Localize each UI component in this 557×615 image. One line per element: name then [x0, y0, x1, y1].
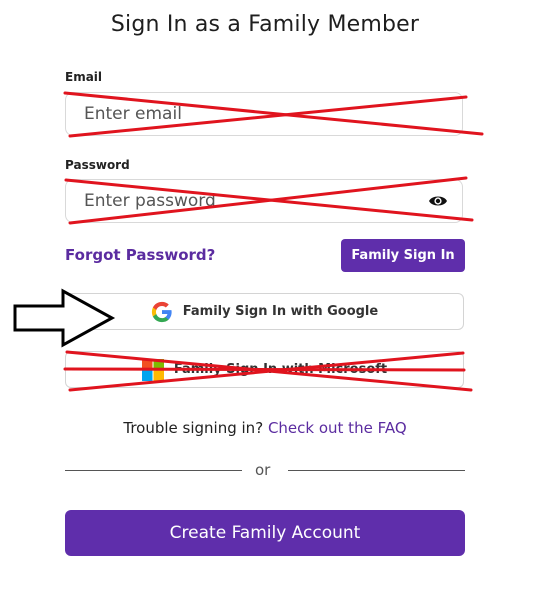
- microsoft-sign-in-button[interactable]: Family Sign In with Microsoft: [65, 351, 464, 388]
- microsoft-sign-in-label: Family Sign In with Microsoft: [173, 362, 388, 377]
- email-input[interactable]: [82, 93, 406, 135]
- trouble-text: Trouble signing in?: [123, 419, 264, 437]
- trouble-signing-in: Trouble signing in? Check out the FAQ: [0, 419, 530, 437]
- email-label: Email: [65, 70, 103, 84]
- faq-link[interactable]: Check out the FAQ: [268, 419, 407, 437]
- create-family-account-button[interactable]: Create Family Account: [65, 510, 465, 556]
- google-sign-in-button[interactable]: Family Sign In with Google: [65, 293, 464, 330]
- family-sign-in-button[interactable]: Family Sign In: [341, 239, 465, 272]
- page-title: Sign In as a Family Member: [110, 12, 420, 37]
- password-field-box[interactable]: [65, 179, 463, 223]
- google-logo-icon: [151, 301, 172, 322]
- password-input[interactable]: [82, 180, 406, 222]
- forgot-password-link[interactable]: Forgot Password?: [65, 246, 215, 264]
- divider-left: [65, 470, 242, 471]
- microsoft-logo-icon: [141, 358, 164, 381]
- eye-icon[interactable]: [428, 192, 448, 210]
- email-field-box[interactable]: [65, 92, 463, 136]
- divider-right: [288, 470, 465, 471]
- password-label: Password: [65, 158, 130, 172]
- divider-or-text: or: [255, 461, 271, 479]
- google-sign-in-label: Family Sign In with Google: [182, 304, 379, 319]
